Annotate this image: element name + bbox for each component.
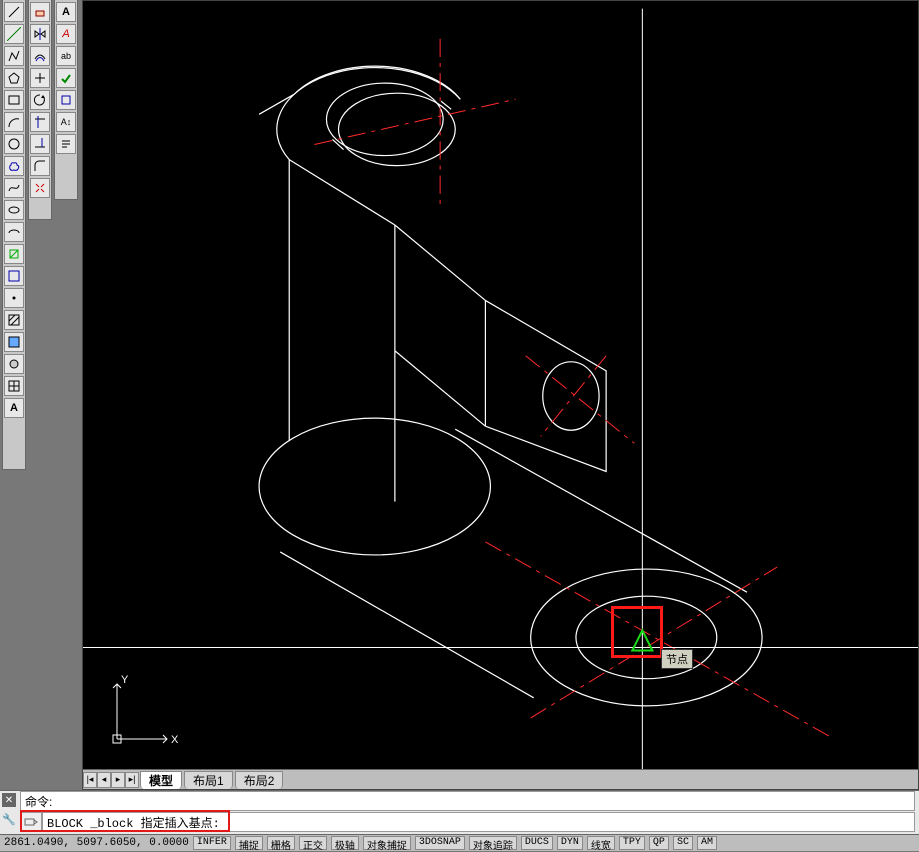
status-grid[interactable]: 栅格: [267, 836, 295, 850]
status-ducs[interactable]: DUCS: [521, 836, 553, 850]
mtext-tool[interactable]: A: [4, 398, 24, 418]
toolbar-draw: A: [2, 0, 26, 470]
status-3dosnap[interactable]: 3DOSNAP: [415, 836, 465, 850]
status-polar[interactable]: 极轴: [331, 836, 359, 850]
cmd-close-icon[interactable]: ✕: [2, 793, 16, 807]
toolbar-text: A A ab A↕: [54, 0, 78, 200]
line-tool[interactable]: [4, 2, 24, 22]
region-tool[interactable]: [4, 354, 24, 374]
table-tool[interactable]: [4, 376, 24, 396]
text-scale-icon[interactable]: A↕: [56, 112, 76, 132]
arc-tool[interactable]: [4, 112, 24, 132]
polygon-tool[interactable]: [4, 68, 24, 88]
move-tool[interactable]: [30, 68, 50, 88]
offset-tool[interactable]: [30, 46, 50, 66]
status-snap[interactable]: 捕捉: [235, 836, 263, 850]
status-ortho[interactable]: 正交: [299, 836, 327, 850]
text-style-icon[interactable]: [56, 90, 76, 110]
explode-tool[interactable]: [30, 178, 50, 198]
mirror-tool[interactable]: [30, 24, 50, 44]
status-sc[interactable]: SC: [673, 836, 693, 850]
hatch-tool[interactable]: [4, 310, 24, 330]
status-infer[interactable]: INFER: [193, 836, 231, 850]
coord-readout: 2861.0490, 5097.6050, 0.0000: [4, 837, 189, 849]
command-input[interactable]: [42, 812, 915, 832]
layout-tab-strip: |◂ ◂ ▸ ▸| 模型 布局1 布局2: [83, 769, 918, 789]
toolbar-modify: [28, 0, 52, 220]
status-am[interactable]: AM: [697, 836, 717, 850]
svg-text:Y: Y: [121, 674, 129, 686]
erase-tool[interactable]: [30, 2, 50, 22]
pline-tool[interactable]: [4, 46, 24, 66]
osnap-tooltip: 节点: [661, 649, 693, 669]
command-history-line: 命令:: [20, 791, 915, 811]
cmd-config-icon[interactable]: 🔧: [2, 813, 16, 827]
ellipse-arc-tool[interactable]: [4, 222, 24, 242]
tab-layout2[interactable]: 布局2: [235, 771, 284, 789]
cad-drawing: [83, 1, 918, 789]
trim-tool[interactable]: [30, 112, 50, 132]
circle-tool[interactable]: [4, 134, 24, 154]
command-area: ✕ 🔧 命令:: [0, 790, 919, 834]
xline-tool[interactable]: [4, 24, 24, 44]
command-prompt-icon: [20, 812, 42, 832]
tab-layout1[interactable]: 布局1: [184, 771, 233, 789]
tab-nav-prev[interactable]: ◂: [97, 772, 111, 788]
svg-text:X: X: [171, 734, 179, 746]
text-justify-icon[interactable]: [56, 134, 76, 154]
rotate-tool[interactable]: [30, 90, 50, 110]
status-qp[interactable]: QP: [649, 836, 669, 850]
ellipse-tool[interactable]: [4, 200, 24, 220]
tab-model-label: 模型: [149, 772, 173, 789]
find-text-icon[interactable]: ab: [56, 46, 76, 66]
tab-model[interactable]: 模型: [140, 771, 182, 789]
fillet-tool[interactable]: [30, 156, 50, 176]
point-tool[interactable]: [4, 288, 24, 308]
gradient-tool[interactable]: [4, 332, 24, 352]
ucs-icon: X Y: [105, 669, 185, 749]
dtext-icon[interactable]: A: [56, 24, 76, 44]
extend-tool[interactable]: [30, 134, 50, 154]
model-viewport[interactable]: 节点 X Y |◂ ◂ ▸ ▸| 模型 布局1 布局2: [82, 0, 919, 790]
spellcheck-icon[interactable]: [56, 68, 76, 88]
mtext-icon[interactable]: A: [56, 2, 76, 22]
tab-layout1-label: 布局1: [193, 772, 224, 789]
revcloud-tool[interactable]: [4, 156, 24, 176]
status-dyn[interactable]: DYN: [557, 836, 583, 850]
status-lwt[interactable]: 线宽: [587, 836, 615, 850]
tab-nav-next[interactable]: ▸: [111, 772, 125, 788]
rectangle-tool[interactable]: [4, 90, 24, 110]
tab-layout2-label: 布局2: [244, 772, 275, 789]
status-tpy[interactable]: TPY: [619, 836, 645, 850]
tab-nav-first[interactable]: |◂: [83, 772, 97, 788]
status-bar: 2861.0490, 5097.6050, 0.0000 INFER 捕捉 栅格…: [0, 834, 919, 851]
block-insert-tool[interactable]: [4, 244, 24, 264]
make-block-tool[interactable]: [4, 266, 24, 286]
spline-tool[interactable]: [4, 178, 24, 198]
tab-nav-last[interactable]: ▸|: [125, 772, 139, 788]
status-otrack[interactable]: 对象追踪: [469, 836, 517, 850]
status-osnap[interactable]: 对象捕捉: [363, 836, 411, 850]
